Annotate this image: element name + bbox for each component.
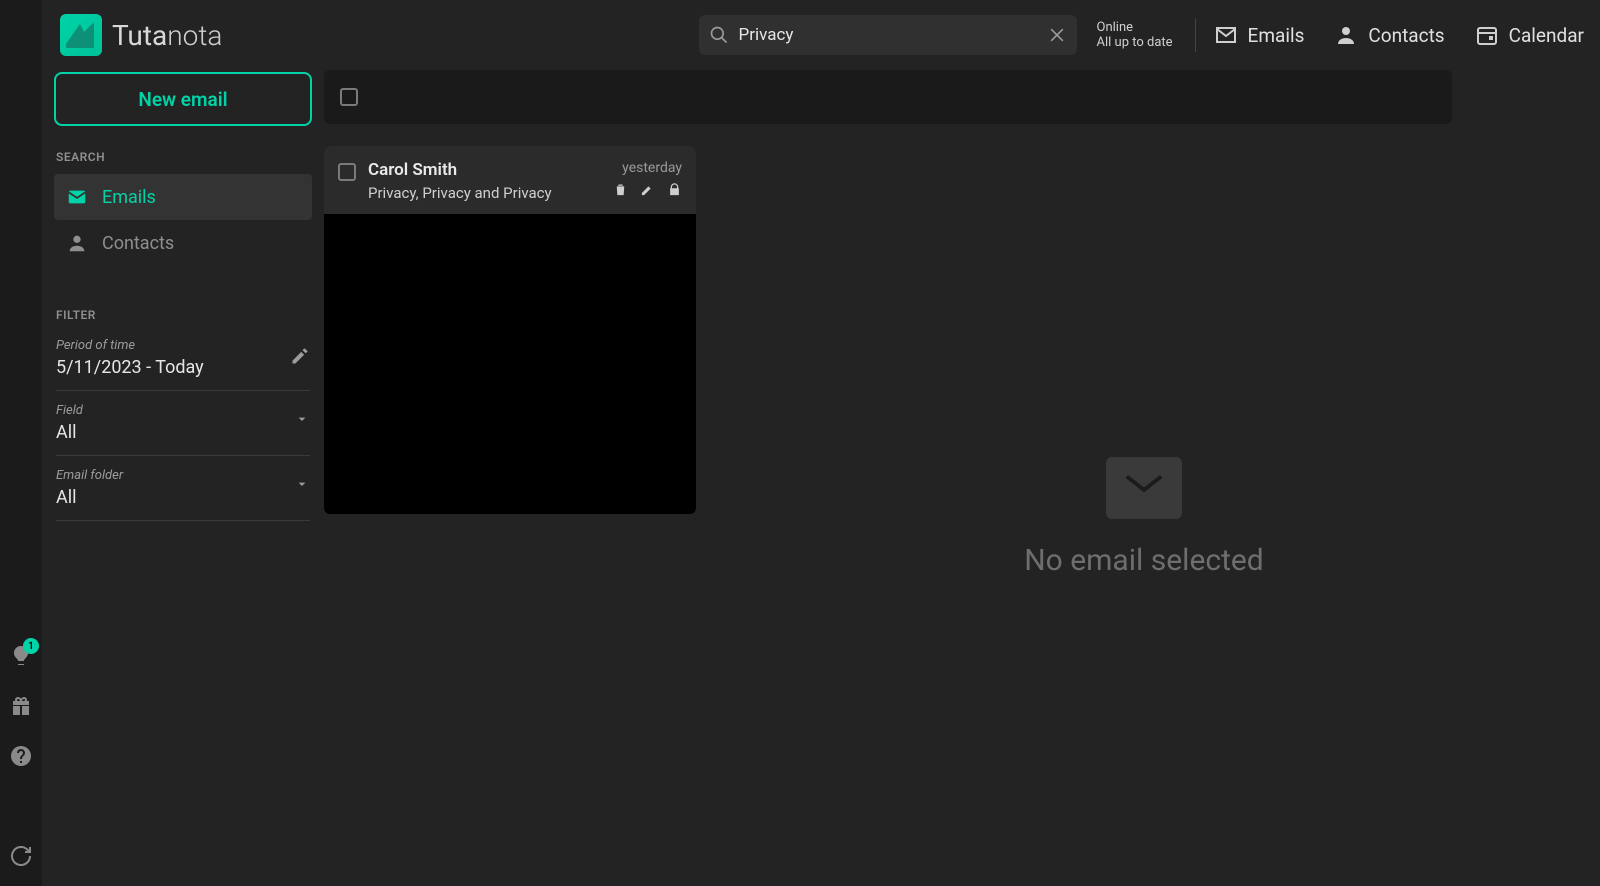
sidebar-item-label: Emails	[102, 187, 156, 208]
logo-mark-icon	[60, 14, 102, 56]
search-icon	[709, 25, 729, 45]
help-icon[interactable]	[9, 744, 33, 768]
lock-icon[interactable]	[667, 182, 682, 197]
nav-emails[interactable]: Emails	[1214, 23, 1305, 47]
mail-icon	[66, 186, 88, 208]
edit-period-button[interactable]	[290, 346, 310, 370]
filter-folder-dropdown[interactable]	[294, 476, 310, 496]
email-sender: Carol Smith	[368, 160, 601, 180]
filter-folder[interactable]: Email folder All	[56, 462, 310, 521]
empty-mail-icon	[1106, 457, 1182, 519]
sidebar-section-filter: FILTER	[56, 308, 310, 322]
connection-status: Online All up to date	[1097, 20, 1173, 50]
status-sync: All up to date	[1097, 35, 1173, 50]
person-icon	[1334, 23, 1358, 47]
row-checkbox[interactable]	[338, 163, 356, 181]
pencil-icon[interactable]	[640, 182, 655, 197]
logo-text-thin: nota	[167, 19, 222, 52]
search-box[interactable]	[699, 15, 1077, 55]
email-subject: Privacy, Privacy and Privacy	[368, 184, 601, 202]
filter-field-dropdown[interactable]	[294, 411, 310, 431]
status-online: Online	[1097, 20, 1173, 35]
list-header	[324, 70, 1452, 124]
separator	[1195, 18, 1196, 52]
mail-icon	[1214, 23, 1238, 47]
nav-emails-label: Emails	[1248, 24, 1305, 47]
person-icon	[66, 232, 88, 254]
sidebar-item-label: Contacts	[102, 233, 174, 254]
app-logo: Tutanota	[60, 14, 222, 56]
filter-period[interactable]: Period of time 5/11/2023 - Today	[56, 332, 310, 391]
tips-icon[interactable]	[9, 644, 33, 668]
filter-field-label: Field	[56, 403, 310, 418]
select-all-checkbox[interactable]	[340, 88, 358, 106]
top-nav: Emails Contacts Calendar	[1214, 23, 1584, 47]
nav-contacts[interactable]: Contacts	[1334, 23, 1444, 47]
header: Tutanota Online All up to date Emails Co…	[42, 0, 1600, 70]
gear-icon[interactable]	[9, 794, 33, 818]
trash-icon[interactable]	[613, 182, 628, 197]
empty-message: No email selected	[1024, 543, 1263, 578]
pencil-icon	[290, 346, 310, 366]
sidebar: New email SEARCH Emails Contacts FILTER …	[42, 70, 324, 886]
refresh-icon[interactable]	[9, 844, 33, 868]
logo-text: Tutanota	[112, 19, 222, 52]
filter-folder-value: All	[56, 487, 310, 508]
calendar-icon	[1475, 23, 1499, 47]
logo-text-bold: Tuta	[112, 19, 167, 52]
filter-field[interactable]: Field All	[56, 397, 310, 456]
filter-folder-label: Email folder	[56, 468, 310, 483]
email-row[interactable]: Carol Smith Privacy, Privacy and Privacy…	[324, 146, 696, 214]
email-time: yesterday	[622, 160, 682, 176]
nav-calendar[interactable]: Calendar	[1475, 23, 1584, 47]
detail-pane: No email selected	[700, 148, 1588, 886]
filter-period-label: Period of time	[56, 338, 310, 353]
search-input[interactable]	[739, 25, 1037, 45]
nav-contacts-label: Contacts	[1368, 24, 1444, 47]
sidebar-section-search: SEARCH	[56, 150, 310, 164]
new-email-button[interactable]: New email	[54, 72, 312, 126]
nav-calendar-label: Calendar	[1509, 24, 1584, 47]
gift-icon[interactable]	[9, 694, 33, 718]
sidebar-item-emails[interactable]: Emails	[54, 174, 312, 220]
left-rail	[0, 0, 42, 886]
list-column: Carol Smith Privacy, Privacy and Privacy…	[324, 70, 698, 514]
chevron-down-icon	[294, 476, 310, 492]
search-results: Carol Smith Privacy, Privacy and Privacy…	[324, 146, 696, 514]
chevron-down-icon	[294, 411, 310, 427]
filter-period-value: 5/11/2023 - Today	[56, 357, 310, 378]
sidebar-item-contacts[interactable]: Contacts	[54, 220, 312, 266]
clear-search-icon[interactable]	[1047, 25, 1067, 45]
filter-field-value: All	[56, 422, 310, 443]
